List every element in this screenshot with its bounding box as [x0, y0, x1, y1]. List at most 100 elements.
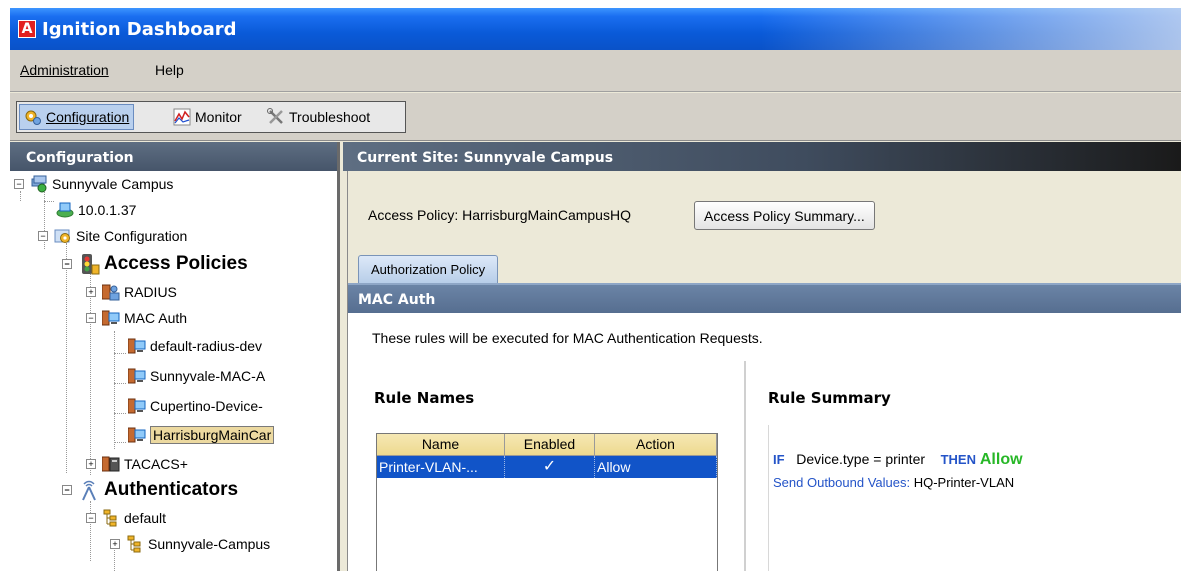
rule-action-allow: Allow — [979, 451, 1023, 468]
mac-auth-body: These rules will be executed for MAC Aut… — [348, 313, 1181, 571]
collapse-icon[interactable]: − — [86, 313, 96, 323]
site-panel: Current Site: Sunnyvale Campus Access Po… — [343, 142, 1181, 571]
menu-administration-label: Administration — [20, 62, 109, 78]
tree-node-default[interactable]: − default — [86, 505, 166, 531]
rule-summary-box: IF Device.type = printer THEN Allow Send… — [768, 425, 1181, 571]
access-policy-label: Access Policy: HarrisburgMainCampusHQ — [368, 207, 631, 223]
send-outbound-value: HQ-Printer-VLAN — [913, 475, 1015, 490]
tree-label-radius: RADIUS — [124, 284, 177, 300]
expand-icon[interactable]: + — [86, 459, 96, 469]
expand-icon[interactable]: + — [110, 539, 120, 549]
mac-auth-header: MAC Auth — [348, 285, 1181, 313]
tree-label-policy: HarrisburgMainCar — [150, 426, 275, 444]
column-header-enabled[interactable]: Enabled — [505, 434, 595, 455]
menu-bar: Administration Help — [10, 50, 1181, 92]
configuration-panel: Configuration − Sunnyvale Campus 10.0.1.… — [10, 142, 340, 571]
hierarchy-icon — [102, 509, 120, 527]
rule-name-cell: Printer-VLAN-... — [377, 456, 505, 478]
policy-icon — [127, 367, 146, 385]
policy-content: Access Policy: HarrisburgMainCampusHQ Ac… — [347, 171, 1181, 571]
tree-node-ip[interactable]: 10.0.1.37 — [56, 197, 136, 223]
view-switcher: Configuration Monitor Troubleshoot — [16, 101, 406, 133]
collapse-icon[interactable]: − — [38, 231, 48, 241]
site-network-icon — [30, 175, 48, 193]
rule-action-cell: Allow — [595, 456, 717, 478]
tree-node-site[interactable]: − Sunnyvale Campus — [14, 171, 173, 197]
tree-label-sunnyvale-campus: Sunnyvale-Campus — [148, 536, 271, 552]
configuration-label: Configuration — [46, 109, 130, 125]
app-title: Ignition Dashboard — [42, 19, 237, 40]
table-row[interactable]: Printer-VLAN-... ✓ Allow — [377, 456, 717, 478]
collapse-icon[interactable]: − — [62, 485, 72, 495]
app-window: A Ignition Dashboard Administration Help… — [10, 8, 1181, 571]
configuration-panel-header: Configuration — [10, 142, 337, 171]
rule-summary-outbound: Send Outbound Values: HQ-Printer-VLAN — [773, 475, 1014, 490]
tree-node-authenticators[interactable]: − Authenticators — [62, 477, 238, 503]
troubleshoot-button[interactable]: Troubleshoot — [263, 104, 374, 130]
tree-node-site-configuration[interactable]: − Site Configuration — [38, 223, 187, 249]
rules-table: Name Enabled Action Printer-VLAN-... ✓ A… — [376, 433, 718, 571]
app-logo-icon: A — [18, 20, 36, 38]
tree-label-default: default — [124, 510, 167, 526]
wireless-antenna-icon — [78, 479, 100, 501]
troubleshoot-tools-icon — [267, 108, 285, 126]
send-outbound-label: Send Outbound Values: — [773, 475, 911, 490]
tree-label-site-configuration: Site Configuration — [76, 228, 188, 244]
tacacs-icon — [101, 455, 120, 473]
mac-auth-icon — [101, 309, 120, 327]
rule-summary-title: Rule Summary — [768, 389, 891, 407]
policy-icon — [127, 426, 146, 444]
policy-icon — [127, 337, 146, 355]
configuration-icon — [24, 108, 42, 126]
then-keyword: THEN — [940, 452, 976, 467]
menu-help[interactable]: Help — [155, 62, 184, 78]
tree-label-tacacs: TACACS+ — [124, 456, 188, 472]
section-divider — [744, 361, 746, 571]
server-icon — [56, 201, 74, 219]
tree-label-authenticators: Authenticators — [104, 479, 239, 500]
tree-node-policy-3[interactable]: Cupertino-Device- — [127, 393, 263, 419]
monitor-button[interactable]: Monitor — [169, 104, 246, 130]
tree-label-access-policies: Access Policies — [104, 253, 248, 274]
title-bar: A Ignition Dashboard — [10, 8, 1181, 50]
tab-authorization-policy[interactable]: Authorization Policy — [358, 255, 499, 284]
toolbar: Configuration Monitor Troubleshoot — [10, 93, 1181, 141]
policy-icon — [127, 397, 146, 415]
configuration-button[interactable]: Configuration — [19, 104, 135, 130]
if-keyword: IF — [773, 452, 785, 467]
collapse-icon[interactable]: − — [62, 259, 72, 269]
access-policy-summary-button[interactable]: Access Policy Summary... — [694, 201, 875, 230]
collapse-icon[interactable]: − — [86, 513, 96, 523]
tree-label-policy: Sunnyvale-MAC-A — [150, 368, 266, 384]
collapse-icon[interactable]: − — [14, 179, 24, 189]
tree-node-mac-auth[interactable]: − MAC Auth — [86, 305, 187, 331]
column-header-name[interactable]: Name — [377, 434, 505, 455]
tree-node-radius[interactable]: + RADIUS — [86, 279, 177, 305]
tree-node-policy-1[interactable]: default-radius-dev — [127, 333, 263, 359]
tree-label-policy: default-radius-dev — [150, 338, 263, 354]
tree-node-policy-2[interactable]: Sunnyvale-MAC-A — [127, 363, 266, 389]
menu-administration[interactable]: Administration — [20, 62, 109, 78]
expand-icon[interactable]: + — [86, 287, 96, 297]
rule-condition: Device.type = printer — [796, 451, 926, 467]
radius-users-icon — [101, 283, 120, 301]
column-header-action[interactable]: Action — [595, 434, 717, 455]
tree-label-mac-auth: MAC Auth — [124, 310, 188, 326]
tree-node-access-policies[interactable]: − Access Policies — [62, 251, 248, 277]
tree-node-policy-4-selected[interactable]: HarrisburgMainCar — [127, 422, 275, 448]
traffic-light-icon — [78, 253, 100, 275]
tree-label-ip: 10.0.1.37 — [78, 202, 137, 218]
hierarchy-icon — [126, 535, 144, 553]
rules-description: These rules will be executed for MAC Aut… — [372, 330, 763, 346]
menu-help-label: Help — [155, 62, 184, 78]
rule-enabled-checkmark-icon[interactable]: ✓ — [505, 456, 595, 478]
tree-node-tacacs[interactable]: + TACACS+ — [86, 451, 188, 477]
rule-names-title: Rule Names — [374, 389, 475, 407]
rules-table-header: Name Enabled Action — [377, 434, 717, 456]
tree-label-site: Sunnyvale Campus — [52, 176, 174, 192]
monitor-chart-icon — [173, 108, 191, 126]
tree-node-sunnyvale-campus-authenticator[interactable]: + Sunnyvale-Campus — [110, 531, 270, 557]
rule-summary-condition: IF Device.type = printer THEN Allow — [773, 451, 1023, 469]
troubleshoot-label: Troubleshoot — [289, 109, 371, 125]
tree-label-policy: Cupertino-Device- — [150, 398, 263, 414]
